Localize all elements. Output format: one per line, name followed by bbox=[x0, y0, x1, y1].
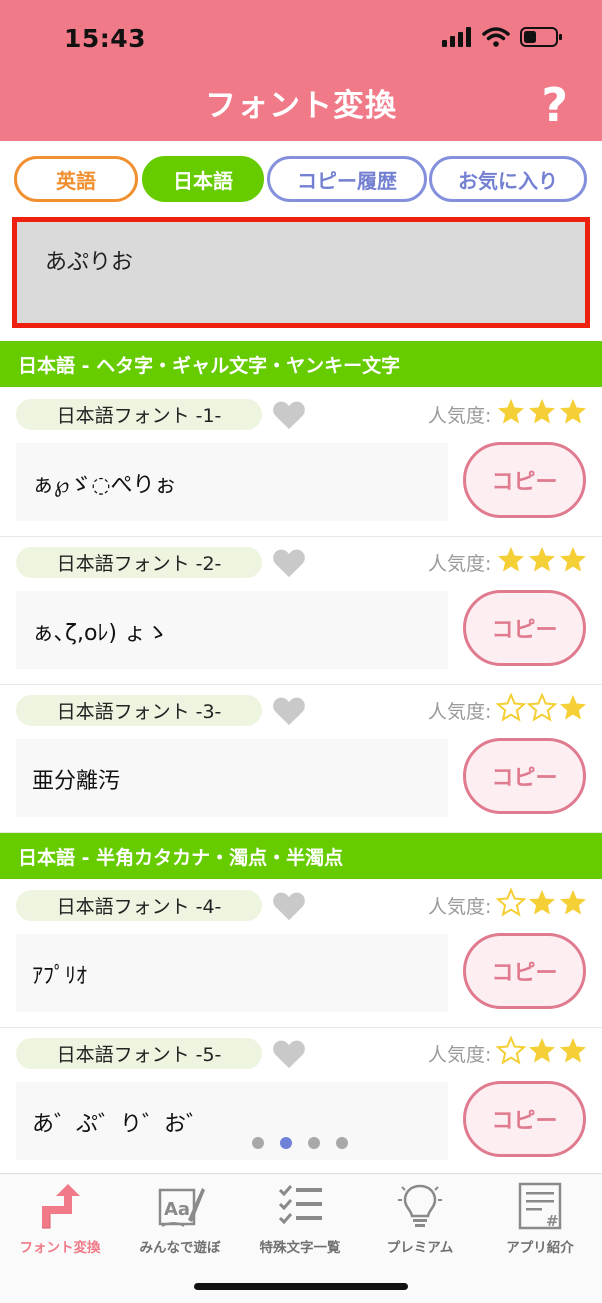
font-name-label: 日本語フォント -2- bbox=[16, 547, 262, 578]
font-card: 日本語フォント -5- 人気度: あ゛ぷ゛り゛お゛ コピー bbox=[0, 1028, 602, 1176]
star-filled-icon bbox=[498, 546, 524, 572]
star-filled-icon bbox=[529, 546, 555, 572]
copy-button[interactable]: コピー bbox=[463, 590, 586, 666]
tab-copy-history[interactable]: コピー履歴 bbox=[267, 156, 427, 202]
popularity-label: 人気度: bbox=[428, 1044, 492, 1066]
signal-icon bbox=[442, 27, 471, 47]
popularity-stars bbox=[496, 693, 588, 723]
star-outline-icon bbox=[527, 693, 557, 722]
star-outline-icon bbox=[496, 693, 526, 722]
help-icon[interactable]: ? bbox=[541, 82, 568, 128]
heart-icon[interactable] bbox=[272, 695, 306, 727]
star-filled-icon bbox=[529, 398, 555, 424]
popularity-label: 人気度: bbox=[428, 405, 492, 427]
star-filled-icon bbox=[560, 546, 586, 572]
font-card: 日本語フォント -2- 人気度: ぁ､ζ,oﾚ) ょゝ コピー bbox=[0, 537, 602, 685]
tabbar-label: アプリ紹介 bbox=[506, 1240, 574, 1256]
battery-icon bbox=[520, 27, 562, 47]
page-dot[interactable] bbox=[280, 1137, 292, 1149]
font-name-label: 日本語フォント -3- bbox=[16, 695, 262, 726]
preview-box: あ゛ぷ゛り゛お゛ bbox=[16, 1082, 448, 1160]
star-outline-icon bbox=[496, 888, 526, 917]
text-input-box[interactable]: あぷりお bbox=[12, 217, 590, 328]
status-time: 15:43 bbox=[64, 24, 147, 53]
page-indicator[interactable] bbox=[252, 1137, 348, 1149]
page-dot[interactable] bbox=[308, 1137, 320, 1149]
preview-box: 亜分離汚 bbox=[16, 739, 448, 817]
tabbar-item-play-together[interactable]: Aa みんなで遊ぼ bbox=[120, 1182, 240, 1256]
copy-button[interactable]: コピー bbox=[463, 442, 586, 518]
input-text[interactable]: あぷりお bbox=[45, 244, 133, 276]
font-name-label: 日本語フォント -1- bbox=[16, 399, 262, 430]
star-outline-icon bbox=[496, 1036, 526, 1065]
preview-box: ぁ℘ゞ◌ぺりぉ bbox=[16, 443, 448, 521]
star-filled-icon bbox=[560, 1037, 586, 1063]
tab-japanese[interactable]: 日本語 bbox=[142, 156, 264, 202]
star-filled-icon bbox=[529, 1037, 555, 1063]
font-name-label: 日本語フォント -4- bbox=[16, 890, 262, 921]
tab-english[interactable]: 英語 bbox=[14, 156, 138, 202]
copy-button[interactable]: コピー bbox=[463, 933, 586, 1009]
tabbar-item-app-intro[interactable]: # アプリ紹介 bbox=[480, 1182, 600, 1256]
tabbar-label: フォント変換 bbox=[19, 1240, 101, 1256]
star-filled-icon bbox=[560, 398, 586, 424]
star-filled-icon bbox=[560, 694, 586, 720]
copy-button[interactable]: コピー bbox=[463, 738, 586, 814]
popularity-label: 人気度: bbox=[428, 896, 492, 918]
tabbar-item-special-chars[interactable]: 特殊文字一覧 bbox=[240, 1182, 360, 1256]
tabbar-item-premium[interactable]: プレミアム bbox=[360, 1182, 480, 1256]
copy-button[interactable]: コピー bbox=[463, 1081, 586, 1157]
paper-pencil-icon: Aa bbox=[158, 1188, 205, 1227]
tabbar-item-font-convert[interactable]: フォント変換 bbox=[0, 1182, 120, 1256]
popularity-stars bbox=[496, 545, 588, 575]
tabbar-label: プレミアム bbox=[386, 1240, 454, 1256]
star-filled-icon bbox=[529, 889, 555, 915]
wifi-icon bbox=[482, 27, 510, 47]
heart-icon[interactable] bbox=[272, 547, 306, 579]
preview-text: 亜分離汚 bbox=[32, 769, 121, 794]
popularity-label: 人気度: bbox=[428, 701, 492, 723]
app-header: 15:43 フォント変換 ? bbox=[0, 0, 602, 141]
home-indicator bbox=[194, 1283, 408, 1290]
font-card: 日本語フォント -3- 人気度: 亜分離汚 コピー bbox=[0, 685, 602, 833]
star-filled-icon bbox=[560, 889, 586, 915]
tabbar-label: みんなで遊ぼ bbox=[139, 1240, 221, 1256]
heart-icon[interactable] bbox=[272, 399, 306, 431]
checklist-icon bbox=[278, 1185, 322, 1225]
preview-text: ｱﾌﾟﾘｵ bbox=[32, 964, 88, 989]
lightbulb-icon bbox=[398, 1184, 442, 1227]
popularity-stars bbox=[496, 888, 588, 918]
section-header-hankaku: 日本語 - 半角カタカナ・濁点・半濁点 bbox=[0, 833, 602, 879]
mode-tabs: 英語 日本語 コピー履歴 お気に入り bbox=[14, 156, 590, 202]
convert-arrows-icon bbox=[42, 1184, 80, 1229]
svg-text:Aa: Aa bbox=[164, 1199, 190, 1220]
page-dot[interactable] bbox=[252, 1137, 264, 1149]
star-filled-icon bbox=[498, 398, 524, 424]
preview-text: あ゛ぷ゛り゛お゛ bbox=[32, 1112, 209, 1137]
svg-text:#: # bbox=[546, 1212, 559, 1230]
status-icons bbox=[442, 27, 562, 47]
heart-icon[interactable] bbox=[272, 890, 306, 922]
page-title: フォント変換 bbox=[205, 88, 397, 124]
preview-text: ぁ､ζ,oﾚ) ょゝ bbox=[32, 621, 168, 646]
heart-icon[interactable] bbox=[272, 1038, 306, 1070]
page-dot[interactable] bbox=[336, 1137, 348, 1149]
section-header-heta: 日本語 - ヘタ字・ギャル文字・ヤンキー文字 bbox=[0, 341, 602, 387]
preview-text: ぁ℘ゞ◌ぺりぉ bbox=[32, 473, 177, 498]
popularity-stars bbox=[496, 1036, 588, 1066]
font-name-label: 日本語フォント -5- bbox=[16, 1038, 262, 1069]
tabbar-label: 特殊文字一覧 bbox=[259, 1240, 341, 1256]
document-hash-icon: # bbox=[518, 1182, 562, 1230]
font-card: 日本語フォント -1- 人気度: ぁ℘ゞ◌ぺりぉ コピー bbox=[0, 389, 602, 537]
popularity-label: 人気度: bbox=[428, 553, 492, 575]
popularity-stars bbox=[496, 397, 588, 427]
preview-box: ｱﾌﾟﾘｵ bbox=[16, 934, 448, 1012]
tab-favorites[interactable]: お気に入り bbox=[429, 156, 587, 202]
font-card: 日本語フォント -4- 人気度: ｱﾌﾟﾘｵ コピー bbox=[0, 880, 602, 1028]
preview-box: ぁ､ζ,oﾚ) ょゝ bbox=[16, 591, 448, 669]
